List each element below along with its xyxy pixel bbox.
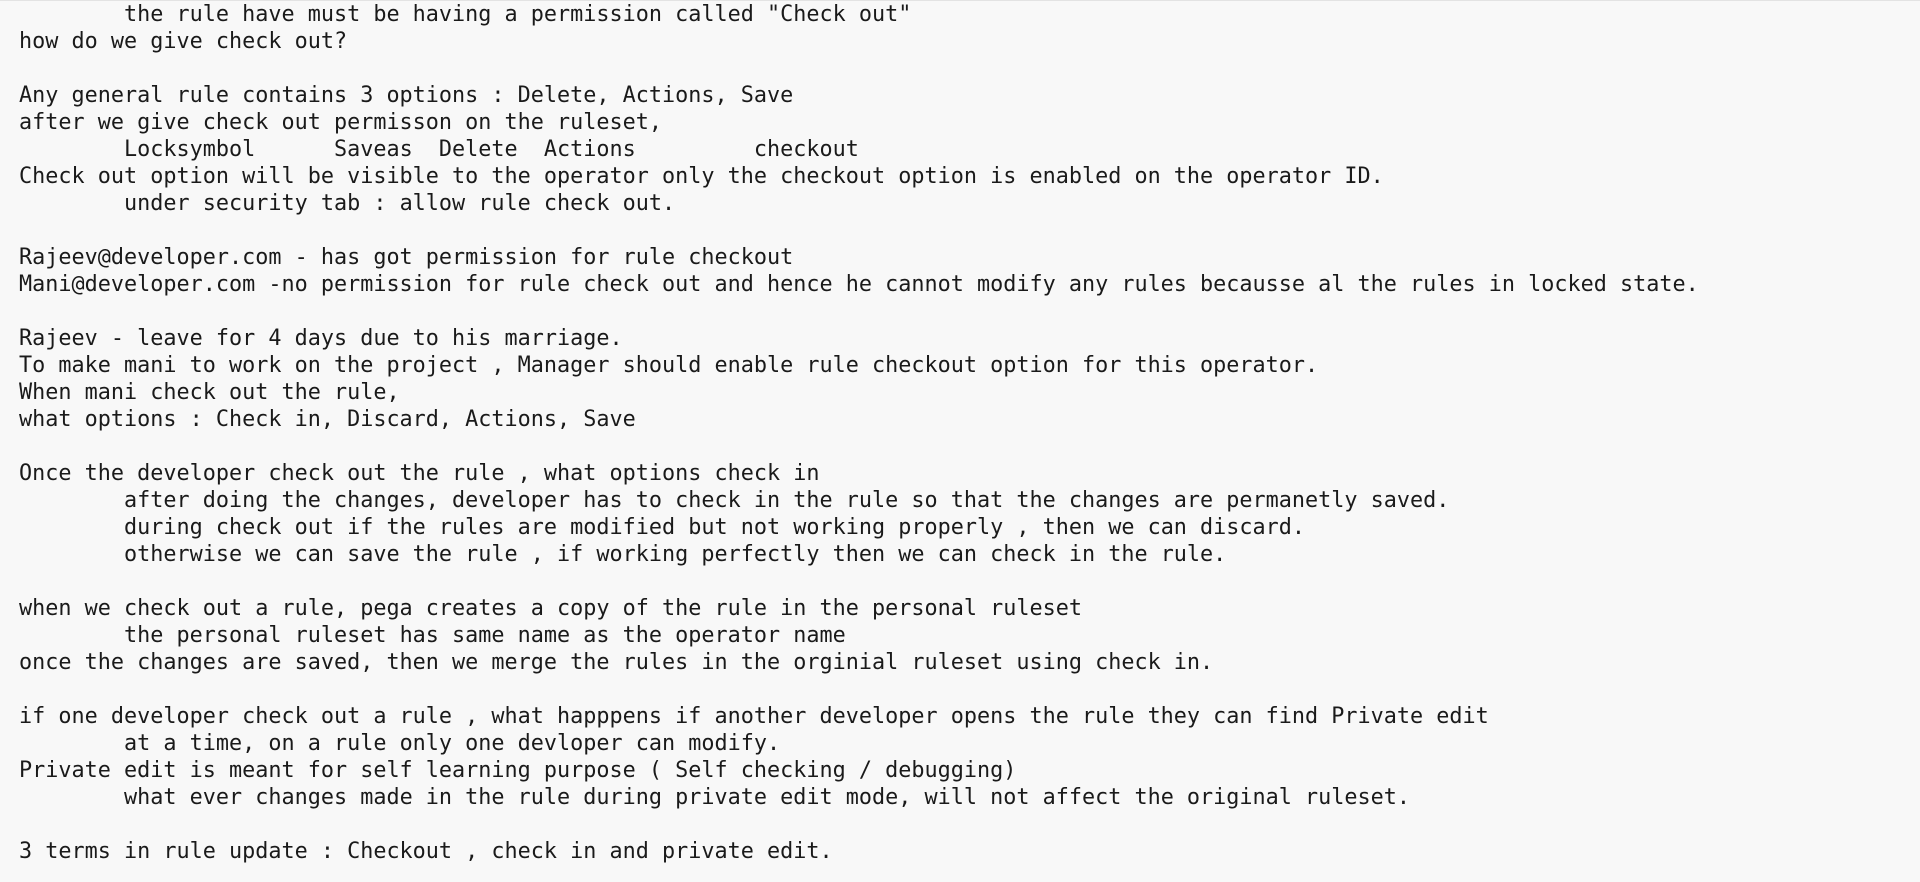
text-line: if one developer check out a rule , what… [19,704,1489,729]
text-line: Rajeev@developer.com - has got permissio… [19,245,794,270]
text-line: Rajeev - leave for 4 days due to his mar… [19,326,623,351]
text-line: when we check out a rule, pega creates a… [19,596,1082,621]
text-line: To make mani to work on the project , Ma… [19,353,1319,378]
text-line: during check out if the rules are modifi… [19,515,1306,540]
text-line: how do we give check out? [19,29,348,54]
text-line [19,217,1909,244]
text-line: the rule have must be having a permissio… [19,2,912,27]
text-line [19,433,1909,460]
text-line: otherwise we can save the rule , if work… [19,542,1227,567]
text-line [19,568,1909,595]
text-line: after we give check out permisson on the… [19,110,663,135]
text-line: Check out option will be visible to the … [19,164,1384,189]
text-line [19,811,1909,838]
text-line: When mani check out the rule, [19,380,400,405]
text-line: Once the developer check out the rule , … [19,461,820,486]
text-line: Mani@developer.com -no permission for ru… [19,272,1699,297]
text-line [19,676,1909,703]
text-line [19,298,1909,325]
text-line [19,55,1909,82]
text-line: under security tab : allow rule check ou… [19,191,676,216]
text-line: at a time, on a rule only one devloper c… [19,731,781,756]
document-text[interactable]: the rule have must be having a permissio… [19,1,1909,865]
text-line: what options : Check in, Discard, Action… [19,407,636,432]
text-line: once the changes are saved, then we merg… [19,650,1214,675]
text-editor-area[interactable]: the rule have must be having a permissio… [19,1,1909,877]
text-line: after doing the changes, developer has t… [19,488,1450,513]
text-line: what ever changes made in the rule durin… [19,785,1411,810]
text-line: Locksymbol Saveas Delete Actions checkou… [19,137,859,162]
text-line: Private edit is meant for self learning … [19,758,1017,783]
text-line: Any general rule contains 3 options : De… [19,83,794,108]
text-line: 3 terms in rule update : Checkout , chec… [19,839,833,864]
text-line: the personal ruleset has same name as th… [19,623,846,648]
